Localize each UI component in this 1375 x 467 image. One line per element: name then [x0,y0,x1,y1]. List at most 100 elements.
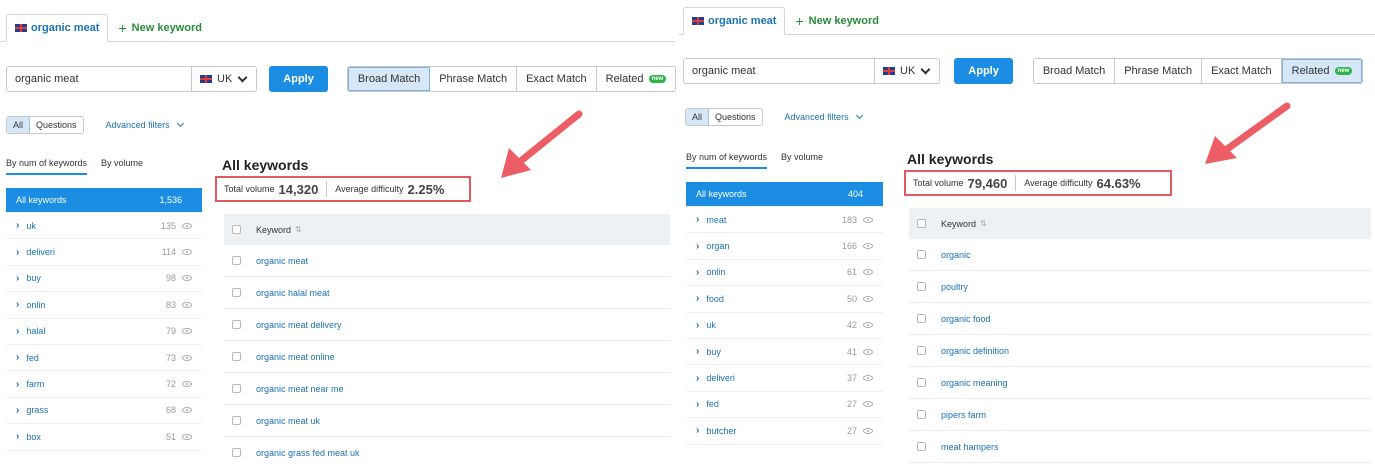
eye-icon[interactable] [863,401,873,408]
eye-icon[interactable] [863,269,873,276]
apply-button[interactable]: Apply [269,66,328,92]
group-item[interactable]: › uk 42 [686,313,883,339]
related-button[interactable]: Related new [1281,59,1363,83]
database-select[interactable]: UK [875,58,941,84]
group-item[interactable]: › onlin 61 [686,260,883,287]
advanced-filters-toggle[interactable]: Advanced filters [106,119,185,130]
eye-icon[interactable] [182,249,192,256]
group-item[interactable]: › onlin 83 [6,292,202,319]
eye-icon[interactable] [182,222,192,229]
filter-questions-button[interactable]: Questions [709,109,762,125]
search-input[interactable] [683,58,875,84]
group-item[interactable]: › grass 68 [6,398,202,425]
phrase-match-button[interactable]: Phrase Match [430,67,518,91]
tab-by-volume[interactable]: By volume [101,158,143,175]
select-all-checkbox[interactable] [917,219,926,228]
eye-icon[interactable] [182,301,192,308]
row-checkbox[interactable] [232,416,241,425]
group-item[interactable]: › meat 183 [686,207,883,234]
group-item[interactable]: › fed 27 [686,392,883,419]
filter-all-button[interactable]: All [686,109,710,125]
row-checkbox[interactable] [917,314,926,323]
keyword-link[interactable]: organic meat [256,256,308,266]
eye-icon[interactable] [863,216,873,223]
row-checkbox[interactable] [232,288,241,297]
keyword-link[interactable]: organic [941,250,971,260]
eye-icon[interactable] [863,322,873,329]
eye-icon[interactable] [863,348,873,355]
exact-match-button[interactable]: Exact Match [1202,59,1282,83]
broad-match-button[interactable]: Broad Match [347,67,431,91]
group-item[interactable]: › deliveri 114 [6,239,202,266]
search-input[interactable] [6,66,192,92]
eye-icon[interactable] [863,427,873,434]
tab-organic-meat[interactable]: organic meat [6,14,109,42]
row-checkbox[interactable] [232,448,241,457]
group-item[interactable]: › organ 166 [686,233,883,260]
group-item[interactable]: › buy 41 [686,339,883,366]
filter-questions-button[interactable]: Questions [30,117,83,133]
eye-icon[interactable] [182,275,192,282]
eye-icon[interactable] [863,375,873,382]
tab-by-num-keywords[interactable]: By num of keywords [686,152,768,169]
advanced-filters-toggle[interactable]: Advanced filters [785,111,864,122]
row-checkbox[interactable] [917,378,926,387]
tab-by-num-keywords[interactable]: By num of keywords [6,158,88,175]
group-item[interactable]: › butcher 27 [686,418,883,445]
keyword-link[interactable]: organic grass fed meat uk [256,448,360,458]
exact-match-button[interactable]: Exact Match [517,67,597,91]
eye-icon[interactable] [182,433,192,440]
group-item[interactable]: › uk 135 [6,213,202,240]
group-item[interactable]: › box 51 [6,424,202,451]
filter-all-button[interactable]: All [7,117,31,133]
sort-icon[interactable]: ⇅ [295,225,302,234]
column-keyword[interactable]: Keyword [941,219,976,229]
group-item[interactable]: › halal 79 [6,319,202,345]
keyword-link[interactable]: organic meat near me [256,384,344,394]
keyword-link[interactable]: organic meat uk [256,416,320,426]
group-item[interactable]: › food 50 [686,286,883,313]
column-keyword[interactable]: Keyword [256,225,291,235]
select-all-checkbox[interactable] [232,225,241,234]
new-keyword-tab[interactable]: + New keyword [785,7,889,35]
group-item[interactable]: › buy 98 [6,266,202,293]
row-checkbox[interactable] [917,346,926,355]
keyword-link[interactable]: organic food [941,314,991,324]
eye-icon[interactable] [182,354,192,361]
row-checkbox[interactable] [232,384,241,393]
keyword-link[interactable]: organic halal meat [256,288,330,298]
eye-icon[interactable] [863,295,873,302]
keyword-link[interactable]: pipers farm [941,410,986,420]
row-checkbox[interactable] [917,282,926,291]
keyword-link[interactable]: organic meaning [941,378,1008,388]
row-checkbox[interactable] [917,442,926,451]
apply-button[interactable]: Apply [954,58,1013,84]
keyword-link[interactable]: meat hampers [941,442,999,452]
phrase-match-button[interactable]: Phrase Match [1115,59,1203,83]
sort-icon[interactable]: ⇅ [980,219,987,228]
eye-icon[interactable] [182,328,192,335]
tab-by-volume[interactable]: By volume [781,152,823,169]
broad-match-button[interactable]: Broad Match [1033,59,1116,83]
row-checkbox[interactable] [232,320,241,329]
group-item-all[interactable]: All keywords 1,536 [6,188,202,213]
eye-icon[interactable] [182,381,192,388]
related-button[interactable]: Related new [596,67,676,91]
row-checkbox[interactable] [232,352,241,361]
group-item[interactable]: › deliveri 37 [686,365,883,392]
group-item[interactable]: › farm 72 [6,371,202,398]
eye-icon[interactable] [182,407,192,414]
new-keyword-tab[interactable]: + New keyword [108,14,212,42]
eye-icon[interactable] [863,243,873,250]
keyword-link[interactable]: organic meat online [256,352,335,362]
keyword-link[interactable]: poultry [941,282,968,292]
keyword-link[interactable]: organic meat delivery [256,320,342,330]
row-checkbox[interactable] [917,410,926,419]
tab-organic-meat[interactable]: organic meat [683,7,786,35]
keyword-link[interactable]: organic definition [941,346,1009,356]
group-item[interactable]: › fed 73 [6,345,202,372]
row-checkbox[interactable] [232,256,241,265]
row-checkbox[interactable] [917,250,926,259]
database-select[interactable]: UK [192,66,258,92]
group-item-all[interactable]: All keywords 404 [686,182,883,207]
